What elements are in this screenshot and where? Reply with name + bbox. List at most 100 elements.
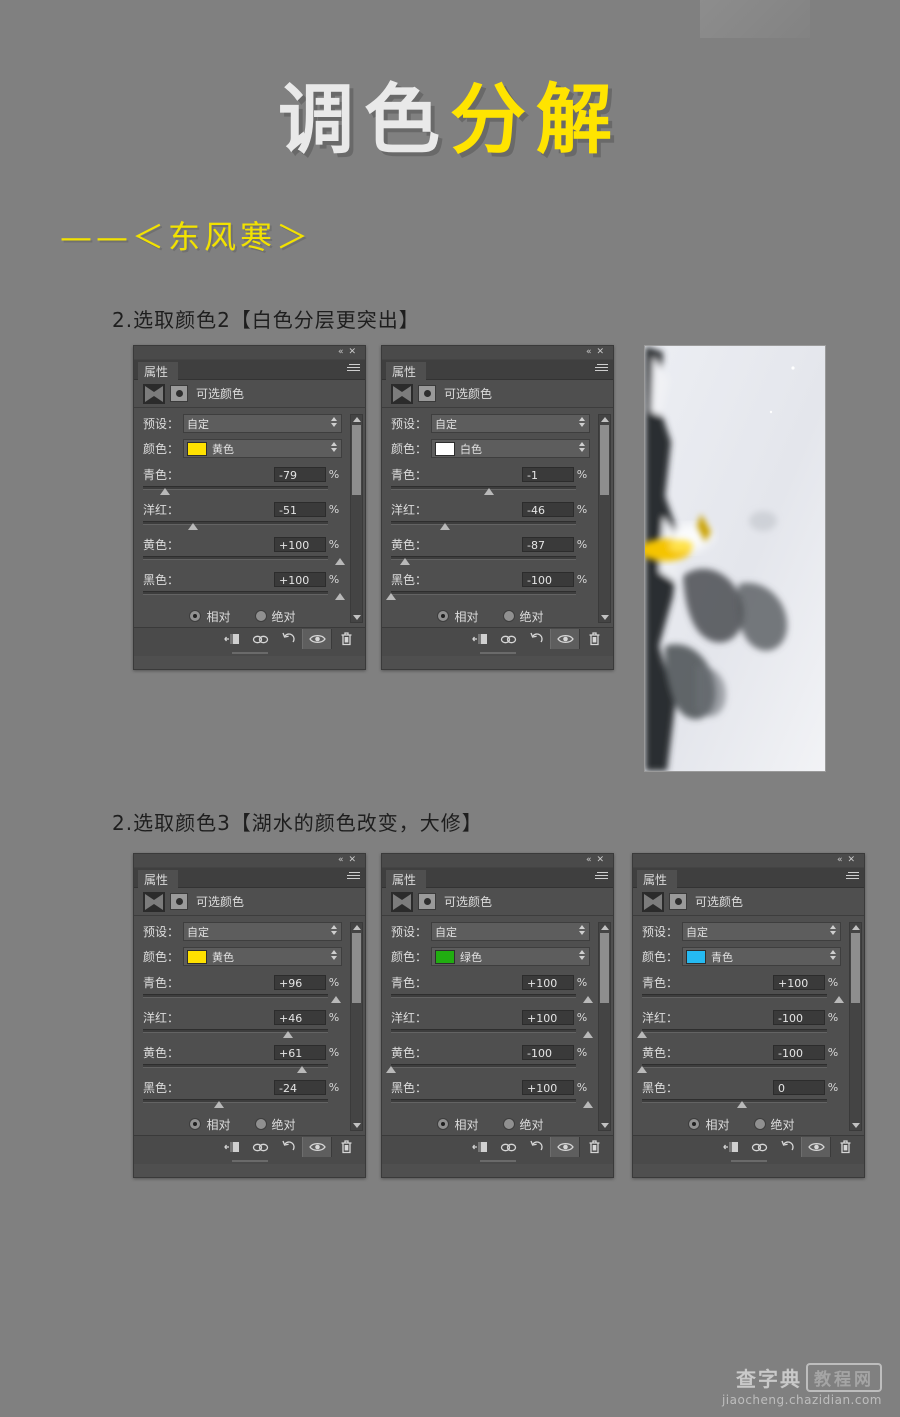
adjustment-icon[interactable] bbox=[418, 893, 436, 910]
scrollbar-thumb[interactable] bbox=[600, 933, 609, 1003]
slider-track-3[interactable] bbox=[386, 1062, 590, 1074]
clip-to-layer-button[interactable] bbox=[218, 629, 246, 649]
slider-value-1[interactable]: +100 bbox=[773, 974, 825, 990]
scroll-up-arrow-icon[interactable] bbox=[353, 417, 361, 422]
panel-resize-grip[interactable] bbox=[382, 1158, 613, 1164]
slider-value-4[interactable]: 0 bbox=[773, 1079, 825, 1095]
panel-scrollbar[interactable] bbox=[598, 922, 611, 1131]
slider-track-2[interactable] bbox=[143, 1027, 342, 1039]
slider-track-4[interactable] bbox=[391, 1097, 593, 1109]
preset-stepper-icon[interactable] bbox=[331, 925, 338, 937]
radio-absolute[interactable]: 绝对 bbox=[753, 1116, 795, 1133]
panel-menu-icon[interactable] bbox=[846, 872, 859, 881]
preset-dropdown[interactable]: 自定 bbox=[682, 922, 841, 941]
toggle-visibility-button[interactable] bbox=[550, 629, 580, 649]
radio-relative-dot-icon[interactable] bbox=[189, 610, 202, 622]
reset-button[interactable] bbox=[773, 1137, 801, 1157]
adjustment-icon[interactable] bbox=[170, 893, 188, 910]
slider-value-2[interactable]: -100 bbox=[773, 1009, 825, 1025]
link-layers-button[interactable] bbox=[745, 1137, 773, 1157]
slider-thumb-2[interactable] bbox=[583, 1031, 593, 1038]
slider-thumb-4[interactable] bbox=[335, 593, 345, 600]
scroll-down-arrow-icon[interactable] bbox=[353, 615, 361, 620]
radio-absolute-dot-icon[interactable] bbox=[254, 1118, 267, 1130]
collapse-icon[interactable]: « bbox=[586, 855, 597, 865]
slider-value-1[interactable]: +100 bbox=[522, 974, 574, 990]
slider-track-1[interactable] bbox=[143, 484, 342, 496]
slider-value-3[interactable]: +61 bbox=[274, 1044, 326, 1060]
slider-value-1[interactable]: -1 bbox=[522, 466, 574, 482]
panel-window-controls[interactable]: «✕ bbox=[837, 855, 860, 865]
radio-relative[interactable]: 相对 bbox=[189, 1116, 231, 1133]
slider-thumb-2[interactable] bbox=[637, 1031, 647, 1038]
panel-menu-icon[interactable] bbox=[347, 364, 360, 373]
delete-button[interactable] bbox=[332, 1137, 360, 1157]
panel-resize-grip[interactable] bbox=[134, 1158, 365, 1164]
tab-properties[interactable]: 属性 bbox=[138, 362, 179, 382]
panel-window-controls[interactable]: «✕ bbox=[338, 855, 361, 865]
color-stepper-icon[interactable] bbox=[331, 950, 338, 962]
scroll-up-arrow-icon[interactable] bbox=[601, 925, 609, 930]
preset-dropdown[interactable]: 自定 bbox=[431, 414, 590, 433]
toggle-visibility-button[interactable] bbox=[302, 1137, 332, 1157]
slider-value-4[interactable]: -100 bbox=[522, 571, 574, 587]
radio-absolute[interactable]: 绝对 bbox=[254, 608, 296, 625]
slider-track-3[interactable] bbox=[143, 1062, 342, 1074]
collapse-icon[interactable]: « bbox=[338, 347, 349, 357]
radio-relative-dot-icon[interactable] bbox=[437, 610, 450, 622]
panel-resize-grip[interactable] bbox=[633, 1158, 864, 1164]
radio-relative-dot-icon[interactable] bbox=[688, 1118, 701, 1130]
reset-button[interactable] bbox=[274, 629, 302, 649]
collapse-icon[interactable]: « bbox=[586, 347, 597, 357]
clip-to-layer-button[interactable] bbox=[466, 1137, 494, 1157]
slider-track-2[interactable] bbox=[637, 1027, 841, 1039]
delete-button[interactable] bbox=[580, 1137, 608, 1157]
slider-track-4[interactable] bbox=[386, 589, 590, 601]
collapse-icon[interactable]: « bbox=[338, 855, 349, 865]
panel-scrollbar[interactable] bbox=[350, 414, 363, 623]
preset-stepper-icon[interactable] bbox=[579, 925, 586, 937]
color-stepper-icon[interactable] bbox=[830, 950, 837, 962]
radio-relative-dot-icon[interactable] bbox=[189, 1118, 202, 1130]
slider-thumb-4[interactable] bbox=[583, 1101, 593, 1108]
slider-value-4[interactable]: -24 bbox=[274, 1079, 326, 1095]
slider-value-1[interactable]: +96 bbox=[274, 974, 326, 990]
scroll-down-arrow-icon[interactable] bbox=[601, 1123, 609, 1128]
panel-resize-grip[interactable] bbox=[134, 650, 365, 656]
radio-absolute-dot-icon[interactable] bbox=[753, 1118, 766, 1130]
color-dropdown[interactable]: 白色 bbox=[431, 439, 590, 458]
layer-mask-icon[interactable] bbox=[391, 891, 413, 912]
panel-window-controls[interactable]: «✕ bbox=[586, 855, 609, 865]
tab-properties[interactable]: 属性 bbox=[637, 870, 678, 890]
panel-window-controls[interactable]: «✕ bbox=[586, 347, 609, 357]
scrollbar-thumb[interactable] bbox=[352, 425, 361, 495]
preset-dropdown[interactable]: 自定 bbox=[431, 922, 590, 941]
reset-button[interactable] bbox=[274, 1137, 302, 1157]
radio-absolute[interactable]: 绝对 bbox=[502, 1116, 544, 1133]
link-layers-button[interactable] bbox=[494, 1137, 522, 1157]
radio-absolute[interactable]: 绝对 bbox=[254, 1116, 296, 1133]
clip-to-layer-button[interactable] bbox=[717, 1137, 745, 1157]
slider-track-1[interactable] bbox=[391, 484, 590, 496]
reset-button[interactable] bbox=[522, 1137, 550, 1157]
clip-to-layer-button[interactable] bbox=[218, 1137, 246, 1157]
preset-dropdown[interactable]: 自定 bbox=[183, 922, 342, 941]
slider-value-3[interactable]: -100 bbox=[522, 1044, 574, 1060]
scroll-down-arrow-icon[interactable] bbox=[601, 615, 609, 620]
color-stepper-icon[interactable] bbox=[579, 442, 586, 454]
slider-value-2[interactable]: -46 bbox=[522, 501, 574, 517]
panel-scrollbar[interactable] bbox=[350, 922, 363, 1131]
close-icon[interactable]: ✕ bbox=[847, 855, 860, 865]
slider-thumb-3[interactable] bbox=[297, 1066, 308, 1073]
radio-relative-dot-icon[interactable] bbox=[437, 1118, 450, 1130]
slider-track-3[interactable] bbox=[391, 554, 590, 566]
link-layers-button[interactable] bbox=[494, 629, 522, 649]
adjustment-icon[interactable] bbox=[418, 385, 436, 402]
panel-menu-icon[interactable] bbox=[595, 364, 608, 373]
slider-thumb-4[interactable] bbox=[736, 1101, 747, 1108]
color-dropdown[interactable]: 黄色 bbox=[183, 947, 342, 966]
slider-thumb-1[interactable] bbox=[331, 996, 342, 1003]
panel-menu-icon[interactable] bbox=[595, 872, 608, 881]
slider-thumb-3[interactable] bbox=[399, 558, 410, 565]
delete-button[interactable] bbox=[332, 629, 360, 649]
